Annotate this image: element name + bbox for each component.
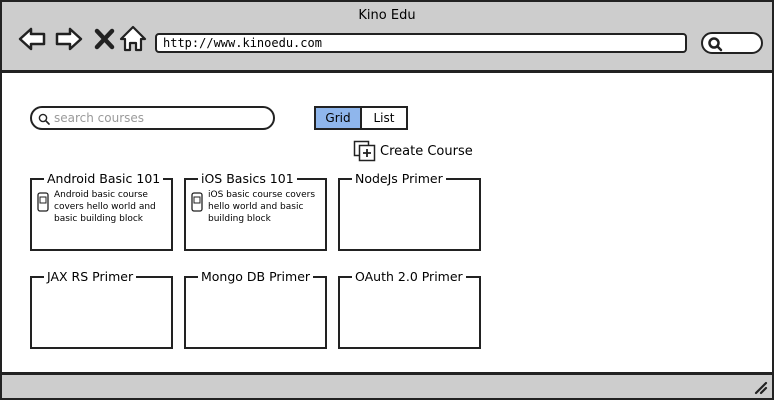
search-icon <box>38 113 50 125</box>
add-window-icon <box>353 140 376 162</box>
list-view-button[interactable]: List <box>362 108 406 128</box>
phone-icon <box>37 192 49 212</box>
browser-window: Kino Edu http://www.kinoedu.com search c… <box>0 0 774 400</box>
browser-search-box[interactable] <box>701 32 763 54</box>
search-courses-input[interactable]: search courses <box>30 106 275 130</box>
address-bar[interactable]: http://www.kinoedu.com <box>155 33 687 53</box>
course-title: iOS Basics 101 <box>198 171 297 186</box>
search-placeholder: search courses <box>54 111 145 125</box>
status-bar <box>2 372 772 398</box>
course-title: Mongo DB Primer <box>198 269 314 284</box>
course-card[interactable]: Android Basic 101 Android basic course c… <box>30 171 173 251</box>
course-card[interactable]: NodeJs Primer <box>338 171 481 251</box>
course-card[interactable]: OAuth 2.0 Primer <box>338 269 481 349</box>
close-icon[interactable] <box>90 24 120 54</box>
course-title: JAX RS Primer <box>44 269 137 284</box>
course-title: Android Basic 101 <box>44 171 164 186</box>
back-arrow-icon[interactable] <box>17 24 47 54</box>
window-title: Kino Edu <box>358 8 416 23</box>
course-description: iOS basic course covers hello world and … <box>208 190 316 224</box>
create-course-button[interactable]: Create Course <box>353 140 473 162</box>
grid-view-button[interactable]: Grid <box>316 108 362 128</box>
browser-titlebar: Kino Edu http://www.kinoedu.com <box>2 2 772 73</box>
forward-arrow-icon[interactable] <box>54 24 84 54</box>
create-course-label: Create Course <box>380 143 473 159</box>
course-card[interactable]: Mongo DB Primer <box>184 269 327 349</box>
phone-icon <box>191 192 203 212</box>
search-icon <box>708 37 723 52</box>
course-card[interactable]: iOS Basics 101 iOS basic course covers h… <box>184 171 327 251</box>
course-title: NodeJs Primer <box>352 171 446 186</box>
course-card[interactable]: JAX RS Primer <box>30 269 173 349</box>
course-description: Android basic course covers hello world … <box>54 190 156 224</box>
home-icon[interactable] <box>118 24 148 54</box>
course-title: OAuth 2.0 Primer <box>352 269 466 284</box>
view-toggle: Grid List <box>314 106 408 130</box>
resize-grip-icon[interactable] <box>752 379 768 395</box>
